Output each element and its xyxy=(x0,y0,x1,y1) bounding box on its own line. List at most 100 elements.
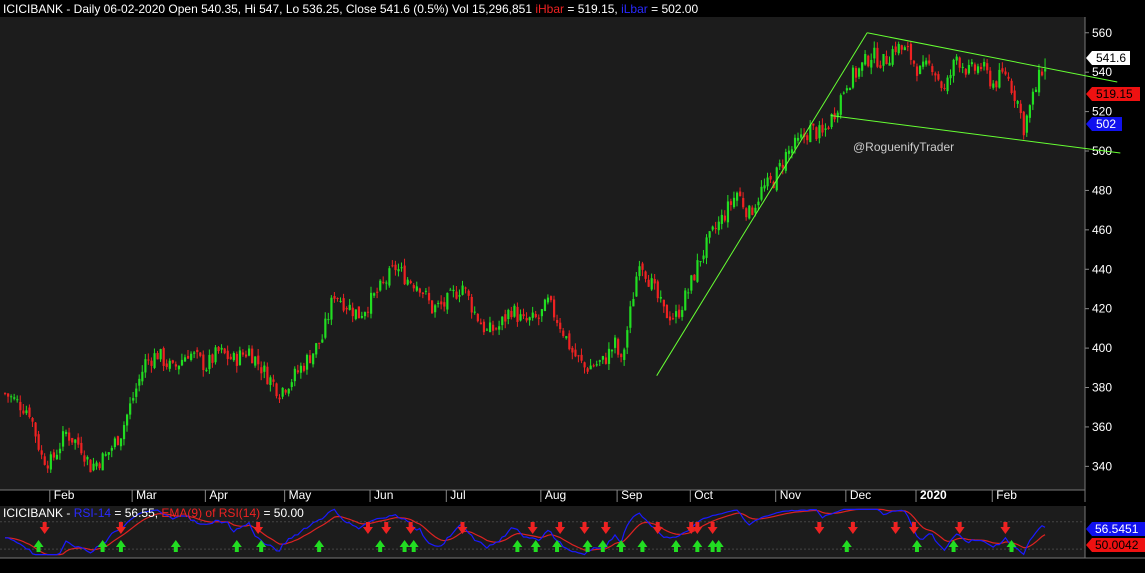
candle-body xyxy=(903,47,906,51)
candle-body xyxy=(351,307,354,317)
candle-body xyxy=(19,401,22,411)
candle-body xyxy=(248,348,251,356)
rsi-value-badge: 56.5451 xyxy=(1086,522,1145,536)
candle-body xyxy=(153,353,156,368)
candle-body xyxy=(1034,89,1038,93)
candle-body xyxy=(482,321,486,333)
candle-body xyxy=(668,316,672,321)
candle-body xyxy=(226,350,229,359)
candle-body xyxy=(559,322,562,330)
candle-body xyxy=(858,68,861,77)
chart-header: ICICIBANK - Daily 06-02-2020 Open 540.35… xyxy=(3,2,698,16)
candle-body xyxy=(187,355,190,359)
candle-body xyxy=(394,264,397,271)
x-tick-label: Nov xyxy=(780,488,801,502)
candle-body xyxy=(98,463,101,469)
candle-body xyxy=(363,312,367,317)
candle-body xyxy=(58,448,62,454)
candle-body xyxy=(705,237,708,258)
x-tick-label: May xyxy=(289,488,312,502)
candle-body xyxy=(681,310,684,317)
candle-body xyxy=(549,296,553,301)
candle-body xyxy=(760,186,763,200)
candle-body xyxy=(940,81,943,88)
candle-body xyxy=(723,215,726,221)
candle-body xyxy=(113,438,116,448)
candle-body xyxy=(211,354,214,363)
candle-body xyxy=(623,349,626,360)
candle-body xyxy=(360,315,364,318)
candle-body xyxy=(479,322,482,325)
candle-body xyxy=(684,290,687,311)
candle-body xyxy=(516,306,519,322)
candle-body xyxy=(244,354,248,357)
candle-body xyxy=(943,87,946,89)
candle-body xyxy=(290,382,293,387)
header-ihbar-label: iHbar xyxy=(535,2,564,16)
candle-body xyxy=(888,62,891,66)
candle-body xyxy=(501,316,504,326)
candle-body xyxy=(739,191,742,197)
header-ihbar-value: = 519.15, xyxy=(564,2,621,16)
candle-body xyxy=(577,355,580,357)
candle-body xyxy=(641,263,644,270)
candle-body xyxy=(1013,90,1016,102)
candle-body xyxy=(174,364,177,367)
candle-body xyxy=(284,389,287,393)
candle-body xyxy=(312,353,315,365)
candle-body xyxy=(418,288,421,293)
candle-body xyxy=(339,300,342,302)
candle-body xyxy=(232,353,235,361)
rsi-header-ema-label: EMA(9) of RSI(14) xyxy=(161,506,260,520)
candle-body xyxy=(357,306,360,319)
ihbar-badge: 519.15 xyxy=(1086,87,1140,101)
candle-body xyxy=(797,137,800,141)
candle-body xyxy=(925,60,928,65)
candle-body xyxy=(220,347,223,350)
candle-body xyxy=(546,297,550,303)
candle-body xyxy=(49,454,52,470)
rsi-value-badge-text: 56.5451 xyxy=(1095,522,1139,536)
candle-body xyxy=(617,339,620,355)
candle-body xyxy=(882,54,885,66)
candle-body xyxy=(214,347,217,363)
candle-body xyxy=(68,432,71,441)
candle-body xyxy=(28,407,31,418)
candle-body xyxy=(266,366,269,385)
candle-body xyxy=(333,295,336,299)
candle-body xyxy=(1044,69,1047,72)
candle-body xyxy=(40,450,43,455)
candle-body xyxy=(208,354,211,370)
candle-body xyxy=(150,360,153,366)
candle-body xyxy=(235,353,238,366)
candle-body xyxy=(492,324,495,331)
candle-body xyxy=(507,309,510,319)
candle-body xyxy=(13,397,16,399)
ihbar-badge-text: 519.15 xyxy=(1096,87,1133,101)
candle-body xyxy=(553,299,556,318)
candle-body xyxy=(678,309,681,318)
candle-body xyxy=(976,66,980,73)
candle-body xyxy=(897,43,900,54)
candle-body xyxy=(205,369,208,371)
close-price-badge-text: 541.6 xyxy=(1096,51,1126,65)
y-tick-label: 560 xyxy=(1092,26,1112,40)
header-ilbar-value: = 502.00 xyxy=(648,2,699,16)
candle-body xyxy=(568,333,571,350)
candle-body xyxy=(504,314,507,322)
candle-body xyxy=(659,297,662,299)
candle-body xyxy=(714,227,717,229)
candle-body xyxy=(851,67,855,88)
candle-body xyxy=(190,353,193,360)
candle-body xyxy=(299,365,303,373)
candle-body xyxy=(580,354,583,361)
candle-body xyxy=(745,208,748,218)
candle-body xyxy=(498,326,501,330)
candle-body xyxy=(345,307,348,310)
candle-body xyxy=(122,425,126,440)
candle-body xyxy=(928,60,931,64)
candle-body xyxy=(1037,69,1041,93)
candle-body xyxy=(693,274,696,281)
x-tick-label: Oct xyxy=(694,488,713,502)
candle-body xyxy=(696,260,699,282)
